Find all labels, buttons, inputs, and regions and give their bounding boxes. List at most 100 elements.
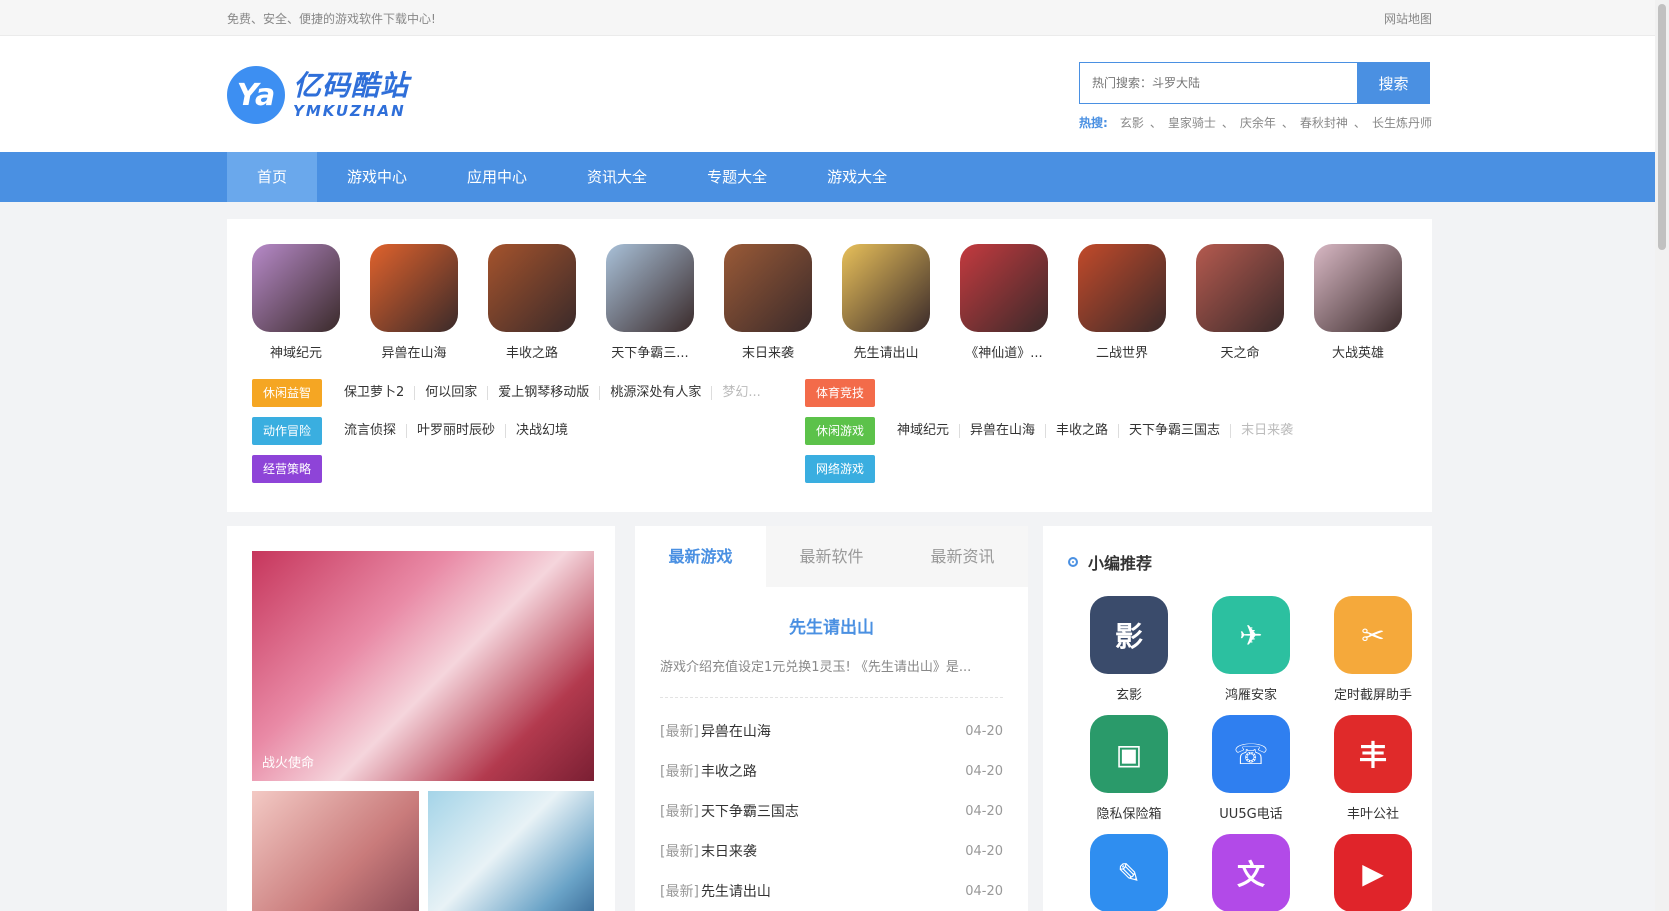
hot-search-link[interactable]: 皇家骑士 [1168, 114, 1216, 131]
game-tile[interactable]: 天之命 [1196, 244, 1284, 361]
game-name[interactable]: 先生请出山 [842, 342, 930, 361]
category-game-link[interactable]: 爱上钢琴移动版 [488, 386, 601, 400]
game-name[interactable]: 天下争霸三... [606, 342, 694, 361]
game-icon[interactable] [724, 244, 812, 332]
nav-item[interactable]: 专题大全 [677, 152, 797, 202]
category-game-link[interactable]: 神域纪元 [887, 424, 961, 438]
game-tile[interactable]: 神域纪元 [252, 244, 340, 361]
game-name[interactable]: 《神仙道》... [960, 342, 1048, 361]
app-tile[interactable]: 丰丰叶公社 [1312, 715, 1434, 822]
nav-item[interactable]: 资讯大全 [557, 152, 677, 202]
game-name[interactable]: 异兽在山海 [370, 342, 458, 361]
game-icon[interactable] [1078, 244, 1166, 332]
game-name[interactable]: 大战英雄 [1314, 342, 1402, 361]
category-badge[interactable]: 经营策略 [252, 455, 322, 483]
promo-image[interactable] [252, 791, 419, 911]
game-tile[interactable]: 大战英雄 [1314, 244, 1402, 361]
game-tile[interactable]: 异兽在山海 [370, 244, 458, 361]
game-name[interactable]: 神域纪元 [252, 342, 340, 361]
category-badge[interactable]: 体育竞技 [805, 379, 875, 407]
category-game-link[interactable]: 桃源深处有人家 [600, 386, 713, 400]
app-tile[interactable]: 文 [1190, 834, 1312, 911]
game-icon[interactable] [252, 244, 340, 332]
app-tile[interactable]: ▶ [1312, 834, 1434, 911]
category-badge[interactable]: 休闲游戏 [805, 417, 875, 445]
news-row[interactable]: [最新] 末日来袭 04-20 [660, 832, 1003, 872]
category-game-link[interactable]: 何以回家 [415, 386, 489, 400]
tab-item[interactable]: 最新游戏 [635, 526, 766, 587]
category-game-link[interactable]: 决战幻境 [506, 424, 578, 438]
nav-item[interactable]: 游戏大全 [797, 152, 917, 202]
category-badge[interactable]: 网络游戏 [805, 455, 875, 483]
nav-item[interactable]: 首页 [227, 152, 318, 202]
game-icon[interactable] [842, 244, 930, 332]
app-tile[interactable]: ✂ 定时截屏助手 [1312, 596, 1434, 703]
category-badge[interactable]: 动作冒险 [252, 417, 322, 445]
search-button[interactable]: 搜索 [1357, 62, 1430, 104]
app-name[interactable]: 定时截屏助手 [1312, 684, 1434, 703]
promo-image[interactable] [428, 791, 594, 911]
app-name[interactable]: UU5G电话 [1190, 803, 1312, 822]
category-game-link[interactable]: 叶罗丽时辰砂 [407, 424, 507, 438]
hot-search-link[interactable]: 玄影 [1120, 114, 1144, 131]
category-game-link[interactable]: 保卫萝卜2 [334, 386, 416, 400]
news-title[interactable]: 异兽在山海 [701, 724, 771, 740]
category-game-link[interactable]: 流言侦探 [334, 424, 408, 438]
news-row[interactable]: [最新] 先生请出山 04-20 [660, 872, 1003, 911]
category-game-link[interactable]: 丰收之路 [1046, 424, 1120, 438]
app-icon[interactable]: 丰 [1334, 715, 1412, 793]
news-title[interactable]: 先生请出山 [701, 884, 771, 900]
app-tile[interactable]: 影玄影 [1068, 596, 1190, 703]
app-icon[interactable]: ✎ [1090, 834, 1168, 911]
site-logo[interactable]: Ya 亿码酷站 YMKUZHAN [227, 66, 409, 124]
headline-link[interactable]: 先生请出山 [635, 613, 1028, 638]
game-tile[interactable]: 先生请出山 [842, 244, 930, 361]
game-icon[interactable] [1314, 244, 1402, 332]
app-icon[interactable]: ✈ [1212, 596, 1290, 674]
game-tile[interactable]: 天下争霸三... [606, 244, 694, 361]
app-icon[interactable]: ☏ [1212, 715, 1290, 793]
category-game-link[interactable]: 末日来袭 [1231, 424, 1303, 438]
app-icon[interactable]: ✂ [1334, 596, 1412, 674]
banner-image[interactable]: 战火使命 [252, 551, 594, 781]
game-icon[interactable] [370, 244, 458, 332]
app-tile[interactable]: ✎ [1068, 834, 1190, 911]
game-name[interactable]: 天之命 [1196, 342, 1284, 361]
hot-search-link[interactable]: 春秋封神 [1300, 114, 1348, 131]
news-row[interactable]: [最新] 丰收之路 04-20 [660, 752, 1003, 792]
app-name[interactable]: 隐私保险箱 [1068, 803, 1190, 822]
hot-search-link[interactable]: 庆余年 [1240, 114, 1276, 131]
game-icon[interactable] [606, 244, 694, 332]
game-name[interactable]: 末日来袭 [724, 342, 812, 361]
game-tile[interactable]: 丰收之路 [488, 244, 576, 361]
app-icon[interactable]: ▶ [1334, 834, 1412, 911]
app-icon[interactable]: 影 [1090, 596, 1168, 674]
app-name[interactable]: 丰叶公社 [1312, 803, 1434, 822]
game-icon[interactable] [960, 244, 1048, 332]
game-name[interactable]: 二战世界 [1078, 342, 1166, 361]
nav-item[interactable]: 应用中心 [437, 152, 557, 202]
page-scrollbar[interactable] [1655, 0, 1669, 911]
app-tile[interactable]: ✈ 鸿雁安家 [1190, 596, 1312, 703]
tab-item[interactable]: 最新软件 [766, 526, 897, 587]
news-title[interactable]: 天下争霸三国志 [701, 804, 799, 820]
app-tile[interactable]: ☏ UU5G电话 [1190, 715, 1312, 822]
category-game-link[interactable]: 天下争霸三国志 [1119, 424, 1232, 438]
search-input[interactable] [1079, 62, 1357, 104]
game-tile[interactable]: 末日来袭 [724, 244, 812, 361]
app-icon[interactable]: ▣ [1090, 715, 1168, 793]
app-name[interactable]: 鸿雁安家 [1190, 684, 1312, 703]
nav-item[interactable]: 游戏中心 [317, 152, 437, 202]
category-game-link[interactable]: 梦幻... [712, 386, 770, 400]
game-icon[interactable] [488, 244, 576, 332]
app-name[interactable]: 玄影 [1068, 684, 1190, 703]
game-tile[interactable]: 《神仙道》... [960, 244, 1048, 361]
category-game-link[interactable]: 异兽在山海 [960, 424, 1047, 438]
news-title[interactable]: 末日来袭 [701, 844, 757, 860]
game-name[interactable]: 丰收之路 [488, 342, 576, 361]
sitemap-link[interactable]: 网站地图 [1384, 10, 1432, 27]
category-badge[interactable]: 休闲益智 [252, 379, 322, 407]
app-icon[interactable]: 文 [1212, 834, 1290, 911]
news-row[interactable]: [最新] 天下争霸三国志 04-20 [660, 792, 1003, 832]
news-row[interactable]: [最新] 异兽在山海 04-20 [660, 712, 1003, 752]
